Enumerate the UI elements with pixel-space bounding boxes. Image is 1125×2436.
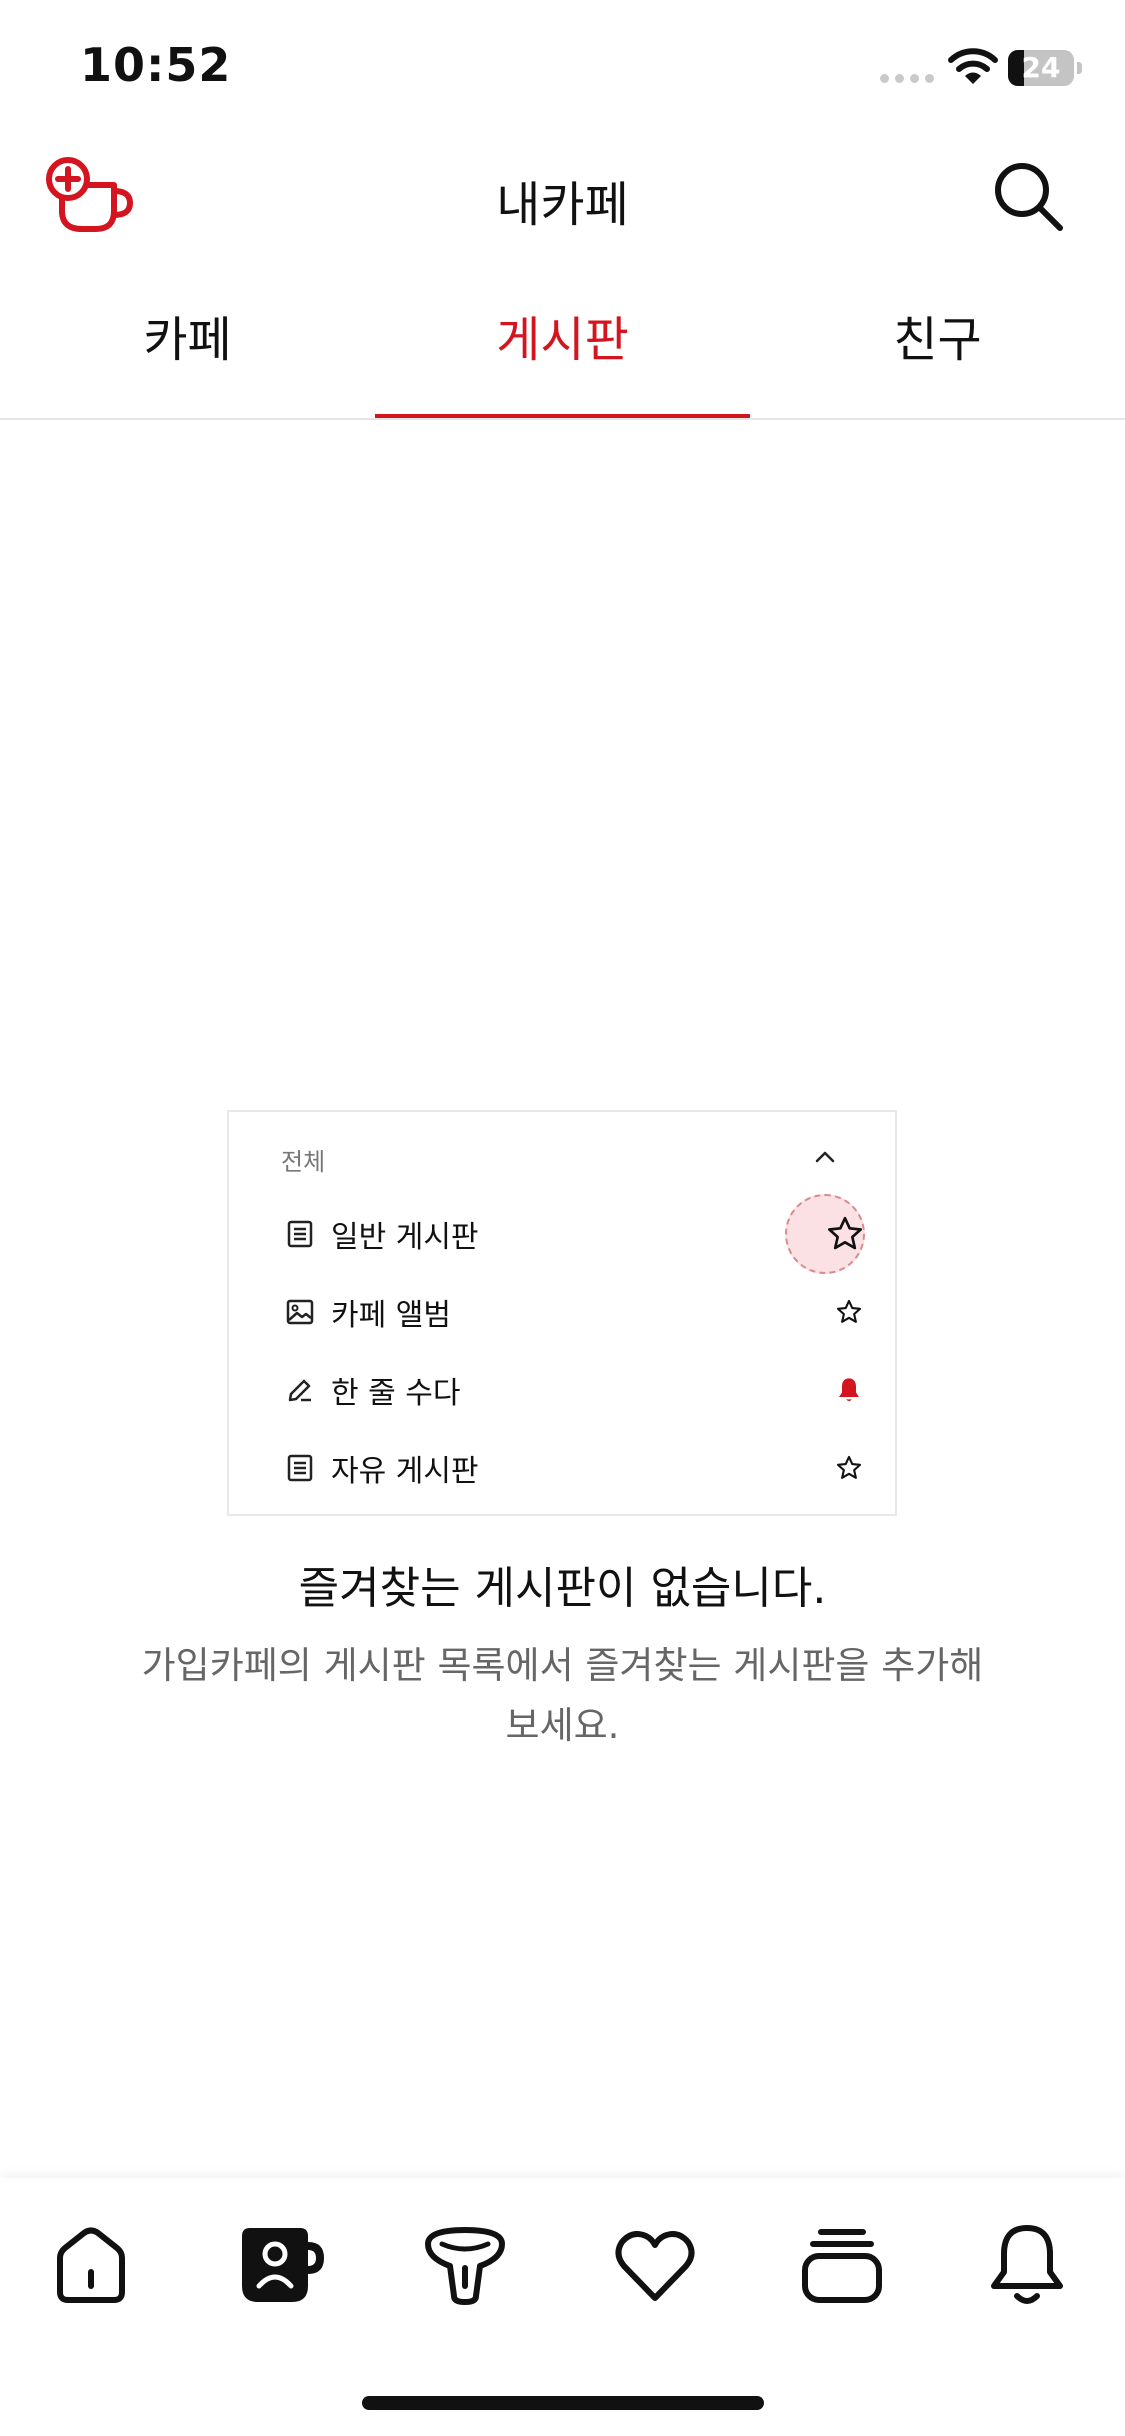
empty-state-illustration: 전체 일반 게시판 카페 앨범 한 줄 수다 자유 게시판 <box>227 1110 897 1516</box>
bell-icon[interactable] <box>982 2220 1072 2310</box>
search-icon[interactable] <box>990 158 1066 234</box>
star-outline-icon <box>836 1455 862 1479</box>
battery-percent: 24 <box>1021 51 1061 84</box>
feed-stack-icon[interactable] <box>797 2220 887 2310</box>
board-name: 자유 게시판 <box>331 1454 479 1489</box>
tab-label: 친구 <box>893 312 982 368</box>
tab-divider <box>0 418 1125 420</box>
chevron-up-icon <box>815 1151 835 1163</box>
home-indicator <box>362 2396 764 2410</box>
board-group-label: 전체 <box>281 1148 326 1176</box>
board-name: 일반 게시판 <box>331 1220 479 1255</box>
my-cafe-icon[interactable] <box>236 2220 326 2310</box>
tab-label: 카페 <box>143 312 232 368</box>
pencil-icon <box>288 1379 311 1402</box>
board-name: 카페 앨범 <box>331 1298 451 1333</box>
star-outline-icon <box>828 1216 862 1250</box>
star-outline-icon <box>836 1299 862 1323</box>
empty-state-description: 가입카페의 게시판 목록에서 즐겨찾는 게시판을 추가해보세요. <box>141 1644 984 1747</box>
list-icon <box>287 1454 313 1482</box>
tab-label: 게시판 <box>496 312 629 368</box>
top-tabs: 카페 게시판 친구 <box>0 300 1125 420</box>
tab-friends[interactable]: 친구 <box>750 300 1125 420</box>
tab-board[interactable]: 게시판 <box>375 300 750 420</box>
wifi-icon <box>948 48 998 84</box>
board-row: 일반 게시판 <box>285 1209 865 1259</box>
battery-icon: 24 <box>1008 50 1074 86</box>
board-row: 자유 게시판 <box>285 1443 865 1493</box>
cellular-signal-icon <box>880 74 934 83</box>
list-icon <box>287 1220 313 1248</box>
board-row: 한 줄 수다 <box>285 1365 865 1415</box>
board-name: 한 줄 수다 <box>331 1376 461 1411</box>
image-icon <box>286 1299 314 1325</box>
heart-icon[interactable] <box>610 2220 700 2310</box>
bell-filled-icon <box>839 1378 859 1402</box>
empty-state-title: 즐겨찾는 게시판이 없습니다. <box>298 1563 827 1614</box>
explore-icon[interactable] <box>420 2220 510 2310</box>
status-time: 10:52 <box>80 38 232 92</box>
home-icon[interactable] <box>46 2220 136 2310</box>
battery-cap <box>1077 62 1082 74</box>
page-title: 내카페 <box>496 177 629 233</box>
board-row: 카페 앨범 <box>285 1287 865 1337</box>
tab-cafe[interactable]: 카페 <box>0 300 375 420</box>
